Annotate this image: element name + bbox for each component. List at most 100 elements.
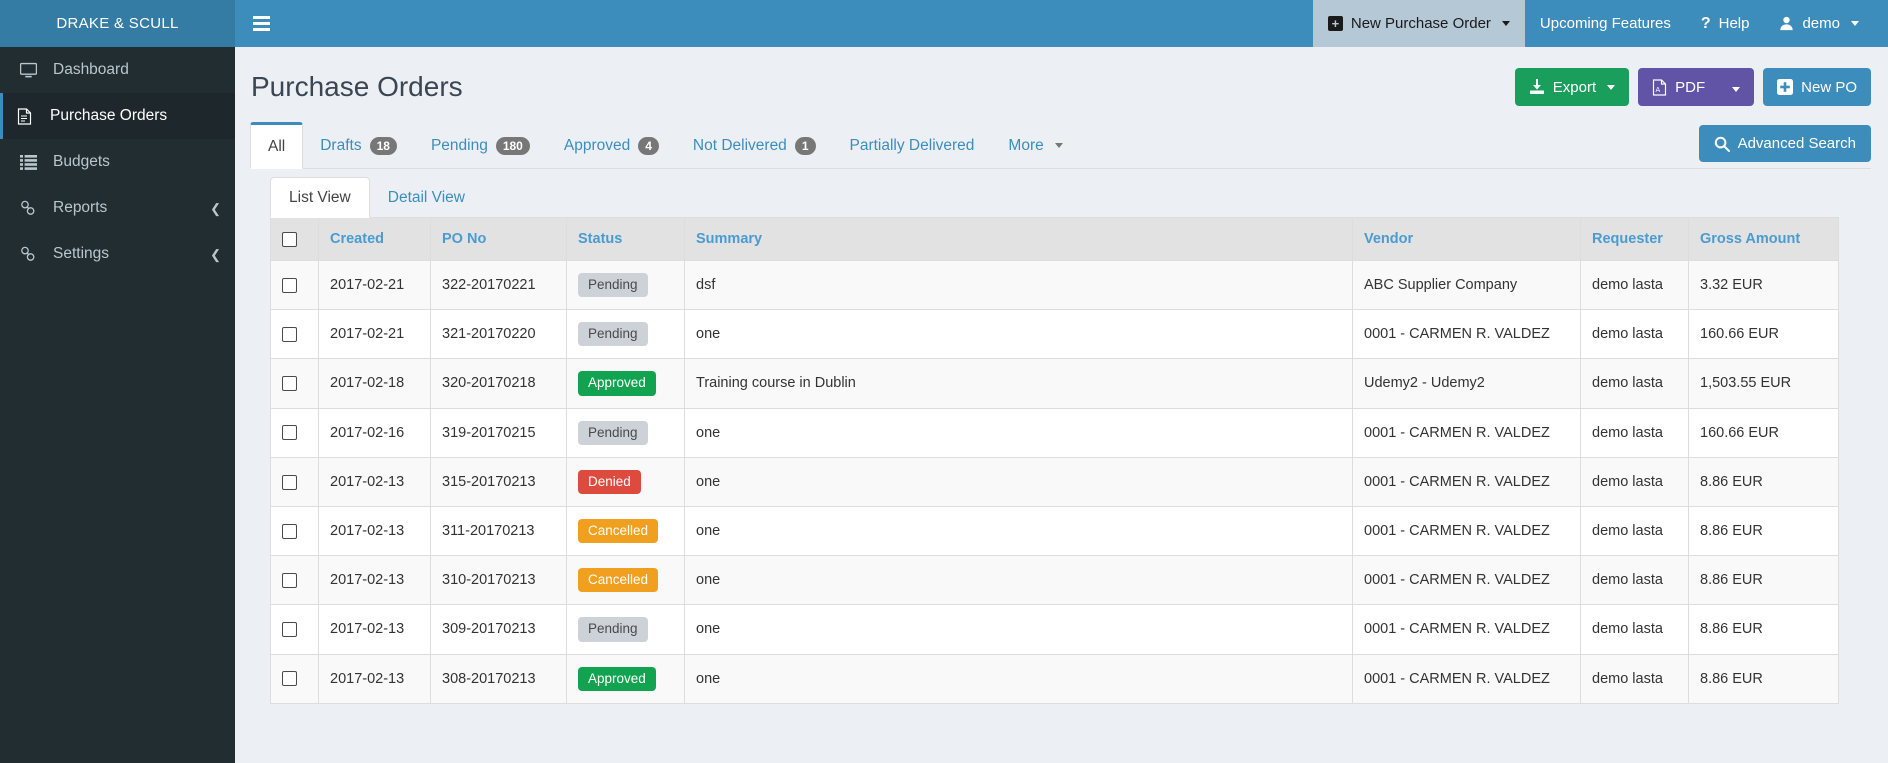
upcoming-features-link[interactable]: Upcoming Features (1525, 0, 1686, 47)
subtab-detail-view[interactable]: Detail View (370, 177, 483, 218)
column-header-vendor[interactable]: Vendor (1353, 218, 1581, 261)
sidebar-item-settings[interactable]: Settings ❮ (0, 231, 235, 277)
cell-vendor: 0001 - CARMEN R. VALDEZ (1353, 408, 1581, 457)
table-row[interactable]: 2017-02-21322-20170221PendingdsfABC Supp… (271, 261, 1839, 310)
cell-status: Cancelled (567, 556, 685, 605)
advanced-search-label: Advanced Search (1738, 135, 1856, 152)
row-checkbox[interactable] (282, 573, 297, 588)
new-po-button[interactable]: New PO (1763, 68, 1871, 106)
sidebar-item-reports[interactable]: Reports ❮ (0, 185, 235, 231)
table-row[interactable]: 2017-02-16319-20170215Pendingone0001 - C… (271, 408, 1839, 457)
table-row[interactable]: 2017-02-18320-20170218ApprovedTraining c… (271, 359, 1839, 408)
cell-created: 2017-02-13 (319, 506, 431, 555)
tab-approved[interactable]: Approved 4 (547, 122, 676, 169)
tab-pending[interactable]: Pending 180 (414, 122, 547, 169)
sidebar-item-label: Dashboard (53, 61, 129, 79)
row-checkbox[interactable] (282, 327, 297, 342)
sidebar-item-label: Settings (53, 245, 109, 263)
cell-po-no: 308-20170213 (431, 654, 567, 703)
view-subtabs: List View Detail View (250, 169, 1871, 217)
row-checkbox[interactable] (282, 278, 297, 293)
cell-summary: one (685, 654, 1353, 703)
chevron-down-icon (1732, 87, 1740, 92)
cell-created: 2017-02-16 (319, 408, 431, 457)
row-checkbox[interactable] (282, 524, 297, 539)
table-row[interactable]: 2017-02-13310-20170213Cancelledone0001 -… (271, 556, 1839, 605)
table-row[interactable]: 2017-02-13309-20170213Pendingone0001 - C… (271, 605, 1839, 654)
question-mark-icon: ? (1701, 15, 1711, 33)
table-row[interactable]: 2017-02-21321-20170220Pendingone0001 - C… (271, 310, 1839, 359)
column-header-requester[interactable]: Requester (1581, 218, 1689, 261)
cell-status: Pending (567, 261, 685, 310)
cell-status: Pending (567, 408, 685, 457)
pdf-button[interactable]: A PDF (1638, 68, 1754, 106)
sidebar-item-purchase-orders[interactable]: Purchase Orders (0, 93, 235, 139)
export-label: Export (1553, 79, 1596, 96)
tab-label: Approved (564, 137, 630, 155)
column-header-status[interactable]: Status (567, 218, 685, 261)
main-area: + New Purchase Order Upcoming Features ?… (235, 0, 1888, 763)
status-badge: Approved (578, 371, 656, 395)
tab-more[interactable]: More (991, 122, 1079, 169)
table-row[interactable]: 2017-02-13315-20170213Deniedone0001 - CA… (271, 457, 1839, 506)
tab-not-delivered[interactable]: Not Delivered 1 (676, 122, 833, 169)
app-root: DRAKE & SCULL Dashboard (0, 0, 1888, 763)
column-header-gross-amount[interactable]: Gross Amount (1689, 218, 1839, 261)
pdf-dropdown-toggle[interactable] (1713, 79, 1748, 96)
status-badge: Pending (578, 273, 648, 297)
row-checkbox[interactable] (282, 376, 297, 391)
column-header-summary[interactable]: Summary (685, 218, 1353, 261)
column-header-created[interactable]: Created (319, 218, 431, 261)
cell-requester: demo lasta (1581, 654, 1689, 703)
cell-gross-amount: 8.86 EUR (1689, 506, 1839, 555)
tab-drafts[interactable]: Drafts 18 (303, 122, 414, 169)
cell-gross-amount: 3.32 EUR (1689, 261, 1839, 310)
user-menu[interactable]: demo (1764, 0, 1874, 47)
sidebar-item-dashboard[interactable]: Dashboard (0, 47, 235, 93)
row-checkbox[interactable] (282, 475, 297, 490)
advanced-search-button[interactable]: Advanced Search (1699, 125, 1871, 162)
advanced-search-wrap: Advanced Search (1699, 125, 1871, 168)
cell-vendor: ABC Supplier Company (1353, 261, 1581, 310)
cell-vendor: Udemy2 - Udemy2 (1353, 359, 1581, 408)
new-po-label: New PO (1801, 79, 1857, 96)
table-row[interactable]: 2017-02-13311-20170213Cancelledone0001 -… (271, 506, 1839, 555)
tab-label: More (1008, 137, 1043, 155)
row-checkbox[interactable] (282, 671, 297, 686)
download-icon (1529, 79, 1545, 95)
sidebar-item-budgets[interactable]: Budgets (0, 139, 235, 185)
document-icon (17, 108, 39, 125)
cell-summary: one (685, 457, 1353, 506)
cell-vendor: 0001 - CARMEN R. VALDEZ (1353, 605, 1581, 654)
tab-all[interactable]: All (250, 122, 303, 169)
row-checkbox[interactable] (282, 622, 297, 637)
hamburger-icon[interactable] (235, 0, 288, 47)
row-checkbox[interactable] (282, 425, 297, 440)
column-header-po-no[interactable]: PO No (431, 218, 567, 261)
table-row[interactable]: 2017-02-13308-20170213Approvedone0001 - … (271, 654, 1839, 703)
cell-po-no: 321-20170220 (431, 310, 567, 359)
cell-po-no: 320-20170218 (431, 359, 567, 408)
tab-partially-delivered[interactable]: Partially Delivered (833, 122, 992, 169)
select-all-checkbox[interactable] (282, 232, 297, 247)
status-tabs: All Drafts 18 Pending 180 Approved 4 Not… (250, 121, 1871, 169)
select-all-header (271, 218, 319, 261)
link-icon (20, 200, 42, 216)
cell-summary: Training course in Dublin (685, 359, 1353, 408)
tab-label: Pending (431, 137, 488, 155)
new-purchase-order-button[interactable]: + New Purchase Order (1313, 0, 1525, 47)
cell-summary: dsf (685, 261, 1353, 310)
help-link[interactable]: ? Help (1686, 0, 1765, 47)
app-logo-text: DRAKE & SCULL (56, 15, 178, 32)
sidebar-item-label: Budgets (53, 153, 110, 171)
export-button[interactable]: Export (1515, 68, 1629, 106)
upcoming-features-label: Upcoming Features (1540, 15, 1671, 32)
chevron-left-icon: ❮ (210, 202, 221, 215)
app-logo[interactable]: DRAKE & SCULL (0, 0, 235, 47)
row-select-cell (271, 556, 319, 605)
plus-icon: + (1328, 16, 1343, 31)
sidebar: DRAKE & SCULL Dashboard (0, 0, 235, 763)
page-header: Purchase Orders Export (250, 47, 1871, 121)
subtab-list-view[interactable]: List View (270, 177, 370, 218)
chevron-down-icon (1502, 21, 1510, 26)
